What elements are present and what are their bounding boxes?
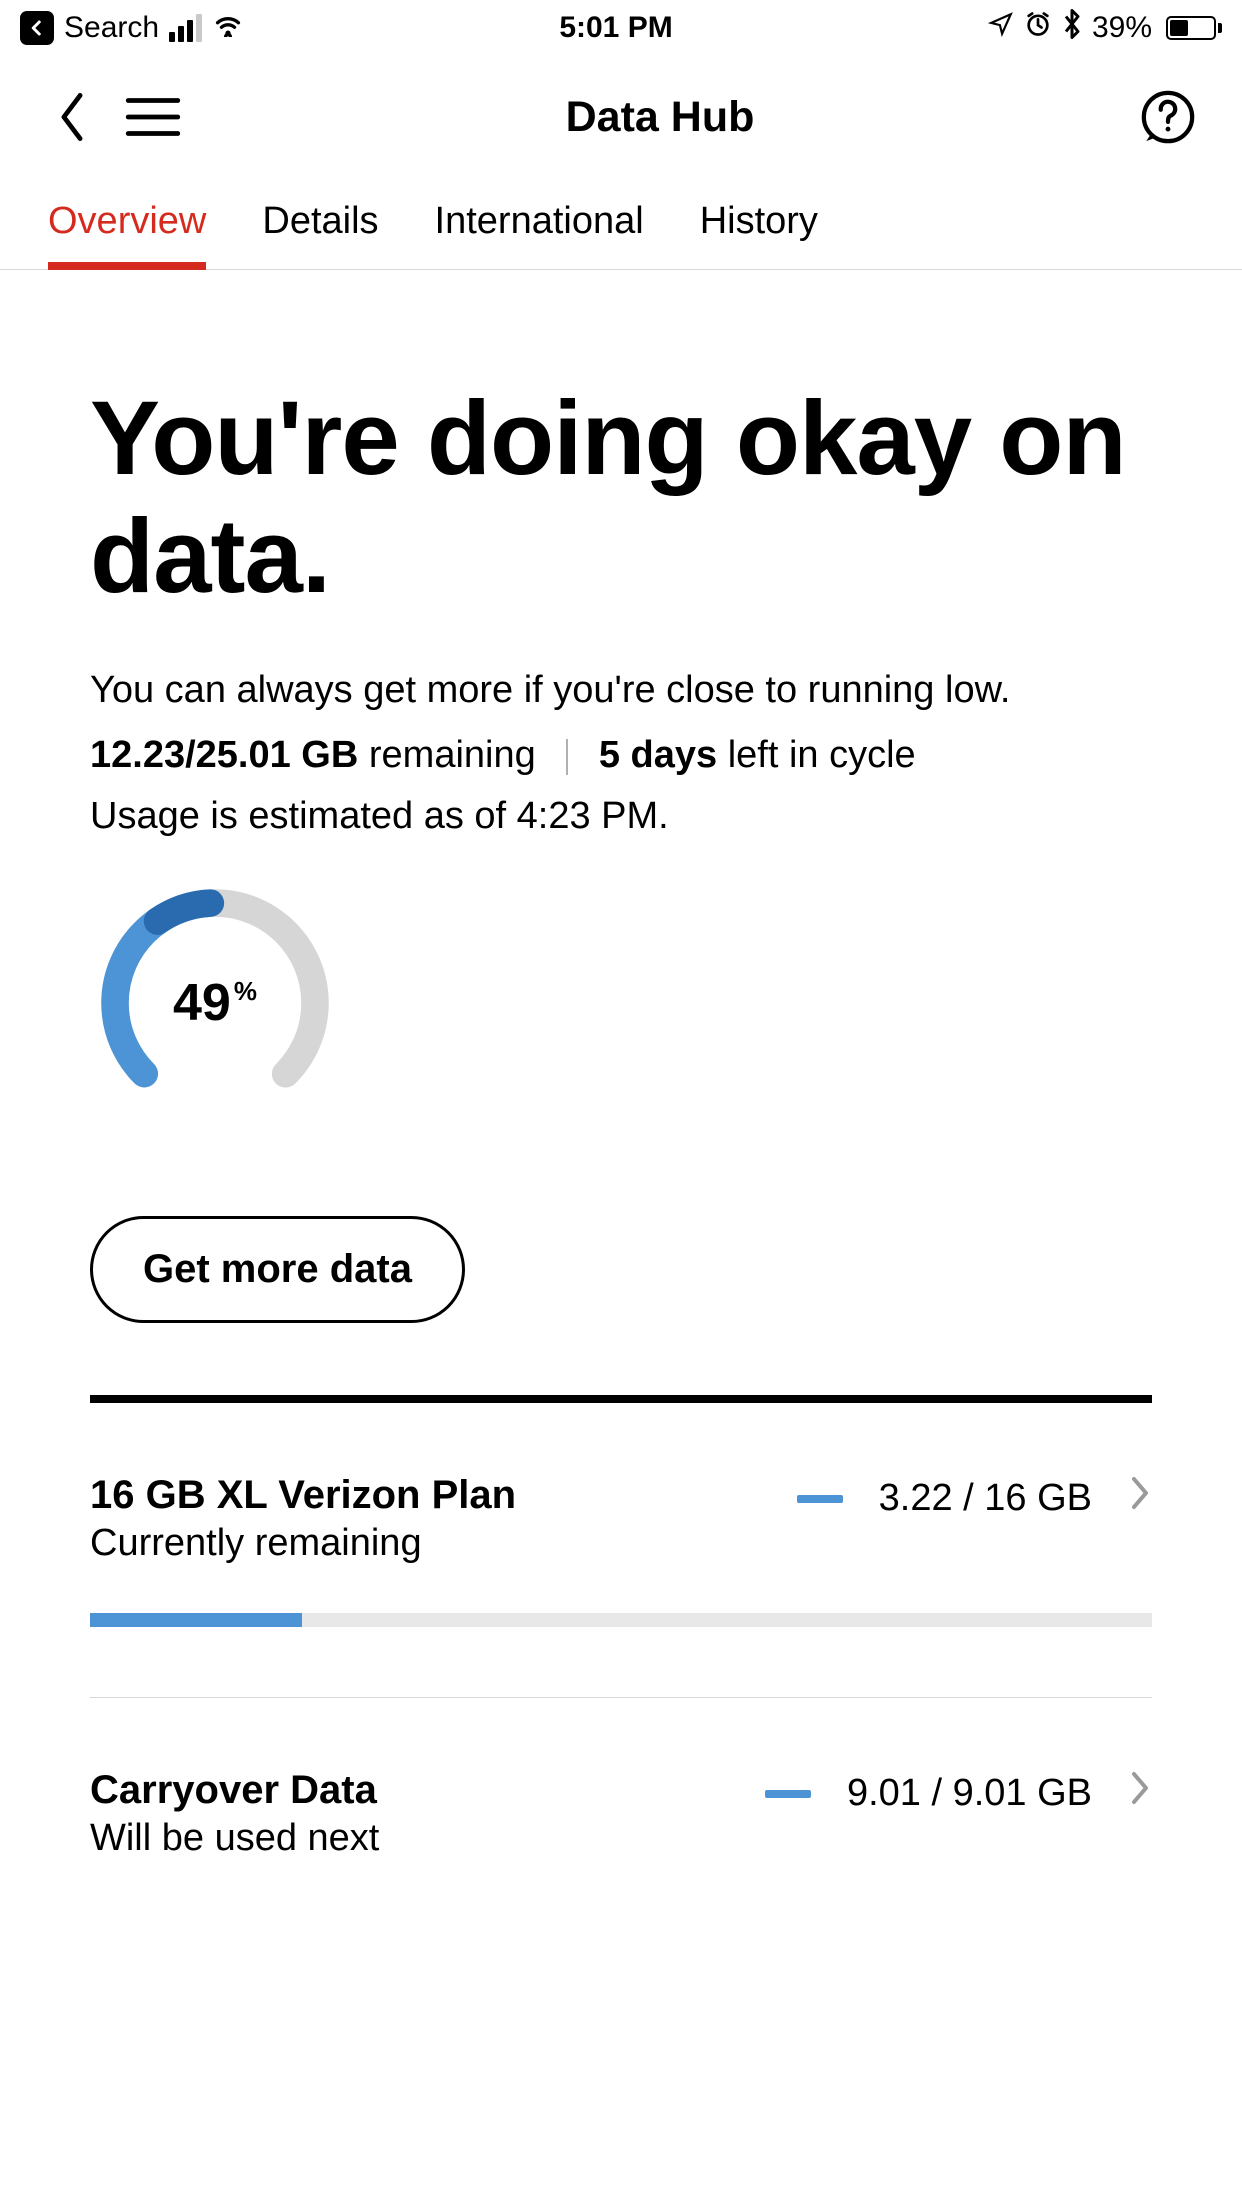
plan-progress-bar bbox=[90, 1613, 1152, 1627]
back-to-app-icon[interactable] bbox=[20, 11, 54, 45]
get-more-data-button[interactable]: Get more data bbox=[90, 1216, 465, 1323]
location-icon bbox=[988, 11, 1014, 45]
menu-button[interactable] bbox=[125, 95, 181, 139]
status-left: Search bbox=[20, 11, 244, 45]
plan-row[interactable]: Carryover Data Will be used next 9.01 / … bbox=[90, 1698, 1152, 1860]
battery-percent: 39% bbox=[1092, 11, 1152, 45]
days-label: left in cycle bbox=[717, 734, 916, 776]
tab-details[interactable]: Details bbox=[262, 186, 378, 269]
status-right: 39% bbox=[988, 9, 1222, 47]
tab-label: International bbox=[435, 200, 644, 242]
gauge-percent-label: 49% bbox=[90, 878, 340, 1128]
main-content: You're doing okay on data. You can alway… bbox=[0, 270, 1242, 1860]
chevron-right-icon bbox=[1128, 1473, 1152, 1524]
page-title: Data Hub bbox=[566, 93, 755, 142]
cta-label: Get more data bbox=[143, 1247, 412, 1291]
tab-international[interactable]: International bbox=[435, 186, 644, 269]
divider-icon bbox=[566, 739, 568, 775]
tab-label: Details bbox=[262, 200, 378, 242]
wifi-icon bbox=[212, 11, 244, 45]
back-to-app-label[interactable]: Search bbox=[64, 11, 159, 45]
plan-progress-fill bbox=[90, 1613, 302, 1627]
back-button[interactable] bbox=[55, 90, 89, 144]
legend-swatch-icon bbox=[797, 1495, 843, 1503]
tab-history[interactable]: History bbox=[700, 186, 818, 269]
plan-value: 9.01 / 9.01 GB bbox=[847, 1772, 1092, 1815]
plan-title: Carryover Data bbox=[90, 1768, 765, 1813]
remaining-value: 12.23/25.01 GB bbox=[90, 734, 358, 776]
tab-label: History bbox=[700, 200, 818, 242]
bluetooth-icon bbox=[1062, 9, 1082, 47]
gauge-percent-value: 49 bbox=[173, 973, 231, 1033]
cellular-signal-icon bbox=[169, 14, 202, 42]
plan-title: 16 GB XL Verizon Plan bbox=[90, 1473, 797, 1518]
hero-title: You're doing okay on data. bbox=[90, 380, 1152, 615]
remaining-label: remaining bbox=[358, 734, 535, 776]
tab-overview[interactable]: Overview bbox=[48, 186, 206, 269]
usage-summary: 12.23/25.01 GB remaining 5 days left in … bbox=[90, 734, 1152, 777]
battery-icon bbox=[1162, 16, 1222, 40]
chevron-right-icon bbox=[1128, 1768, 1152, 1819]
hero-subtitle: You can always get more if you're close … bbox=[90, 665, 1152, 716]
usage-estimate-note: Usage is estimated as of 4:23 PM. bbox=[90, 795, 1152, 838]
alarm-icon bbox=[1024, 10, 1052, 46]
plan-subtitle: Currently remaining bbox=[90, 1522, 797, 1565]
gauge-percent-symbol: % bbox=[234, 976, 257, 1007]
legend-swatch-icon bbox=[765, 1790, 811, 1798]
plan-row[interactable]: 16 GB XL Verizon Plan Currently remainin… bbox=[90, 1403, 1152, 1698]
help-button[interactable] bbox=[1139, 88, 1197, 146]
data-remaining-gauge: 49% bbox=[90, 878, 340, 1128]
section-divider bbox=[90, 1395, 1152, 1403]
tab-bar: Overview Details International History bbox=[0, 186, 1242, 270]
plan-subtitle: Will be used next bbox=[90, 1817, 765, 1860]
tab-label: Overview bbox=[48, 200, 206, 242]
days-value: 5 days bbox=[599, 734, 717, 776]
plan-value: 3.22 / 16 GB bbox=[879, 1477, 1092, 1520]
status-bar: Search 5:01 PM 39% bbox=[0, 0, 1242, 56]
app-header: Data Hub bbox=[0, 56, 1242, 186]
status-time: 5:01 PM bbox=[559, 11, 672, 45]
